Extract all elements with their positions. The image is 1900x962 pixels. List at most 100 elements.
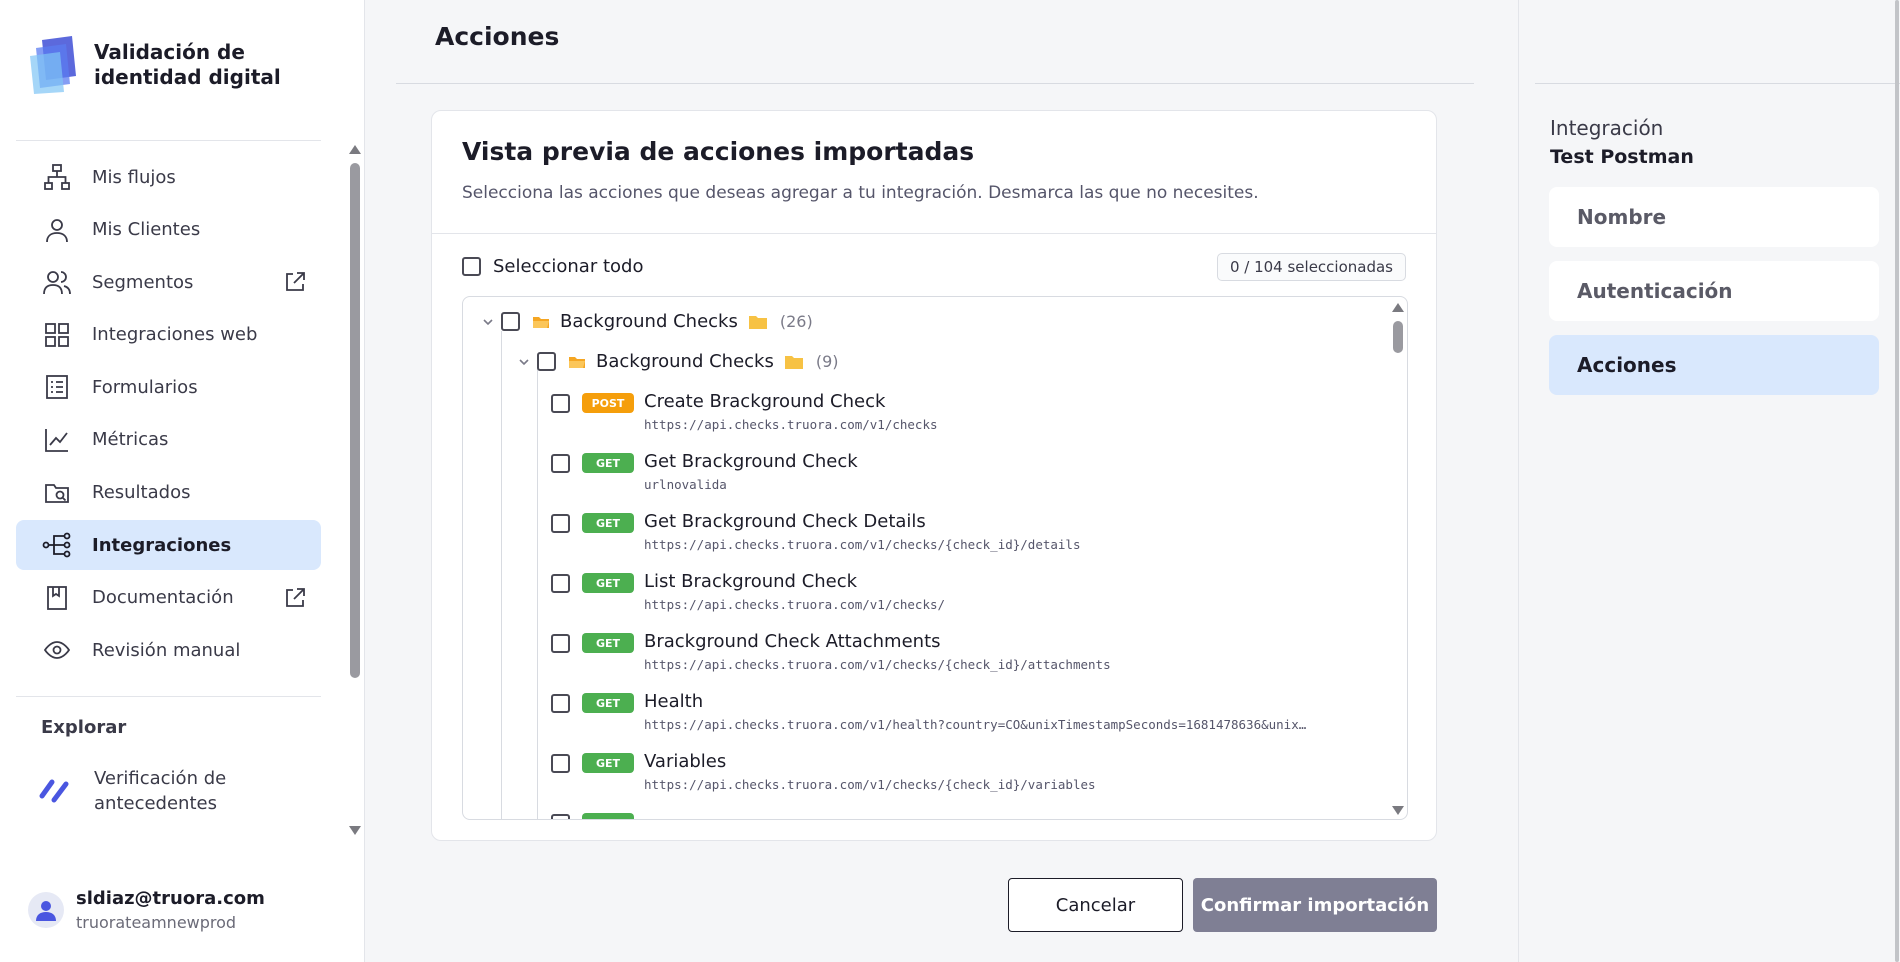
external-link-icon[interactable]: [283, 270, 307, 294]
sidebar-item-label: Documentación: [92, 587, 234, 609]
brand-title: Validación de identidad digital: [94, 40, 281, 89]
action-url: https://api.checks.truora.com/v1/health?…: [644, 717, 1307, 732]
sidebar-item-revision-manual[interactable]: Revisión manual: [16, 625, 321, 675]
sidebar-item-mis-clientes[interactable]: Mis Clientes: [16, 205, 321, 255]
sidebar-item-label: Formularios: [92, 376, 198, 398]
scrollbar-thumb[interactable]: [1895, 0, 1899, 962]
eye-icon: [42, 635, 72, 665]
sidebar-item-segmentos[interactable]: Segmentos: [16, 257, 321, 307]
action-checkbox[interactable]: [551, 454, 570, 473]
chevron-down-icon[interactable]: [481, 315, 495, 329]
sidebar-divider: [16, 696, 321, 697]
method-badge: [582, 813, 634, 819]
actions-tree[interactable]: Background Checks (26) Background Checks…: [462, 296, 1408, 820]
select-all[interactable]: Seleccionar todo: [462, 256, 643, 277]
sidebar-item-integraciones[interactable]: Integraciones: [16, 520, 321, 571]
scroll-up-arrow-icon[interactable]: [1392, 303, 1404, 312]
sidebar-item-metricas[interactable]: Métricas: [16, 415, 321, 465]
action-row[interactable]: GET Variables https://api.checks.truora.…: [551, 751, 1096, 792]
external-link-icon[interactable]: [283, 586, 307, 610]
action-checkbox[interactable]: [551, 754, 570, 773]
flow-icon: [42, 162, 72, 192]
chevron-down-icon[interactable]: [517, 355, 531, 369]
method-badge: POST: [582, 393, 634, 413]
action-checkbox[interactable]: [551, 694, 570, 713]
action-row[interactable]: GET Get Brackground Check urlnovalida: [551, 451, 858, 492]
step-nombre[interactable]: Nombre: [1549, 187, 1879, 247]
tree-group-row[interactable]: Background Checks (26): [481, 311, 813, 332]
import-preview-card: Vista previa de acciones importadas Sele…: [431, 110, 1437, 841]
steps-panel: Integración Test Postman Nombre Autentic…: [1518, 0, 1900, 962]
subgroup-count: (9): [815, 352, 839, 371]
integration-name: Test Postman: [1550, 146, 1694, 168]
sidebar-item-label: Revisión manual: [92, 639, 241, 661]
cancel-button[interactable]: Cancelar: [1008, 878, 1183, 932]
method-badge: GET: [582, 753, 634, 773]
card-title: Vista previa de acciones importadas: [462, 137, 975, 166]
action-checkbox[interactable]: [551, 814, 570, 819]
action-name: Variables: [644, 751, 727, 772]
tree-scrollbar[interactable]: [1391, 301, 1405, 817]
action-url: https://api.checks.truora.com/v1/checks/…: [644, 537, 1081, 552]
action-url: https://api.checks.truora.com/v1/checks/…: [644, 657, 1111, 672]
card-subtitle: Selecciona las acciones que deseas agreg…: [462, 183, 1259, 203]
grid-icon: [42, 320, 72, 350]
sidebar-item-mis-flujos[interactable]: Mis flujos: [16, 152, 321, 202]
step-acciones[interactable]: Acciones: [1549, 335, 1879, 395]
scrollbar-thumb[interactable]: [1393, 321, 1403, 353]
method-badge: GET: [582, 513, 634, 533]
sidebar-item-label: Mis flujos: [92, 166, 176, 188]
group-checkbox[interactable]: [501, 312, 520, 331]
selected-count-badge: 0 / 104 seleccionadas: [1216, 253, 1406, 281]
subgroup-checkbox[interactable]: [537, 352, 556, 371]
action-name: Get Brackground Check Details: [644, 511, 926, 532]
tree-guide-line: [501, 331, 502, 819]
confirm-import-button[interactable]: Confirmar importación: [1193, 878, 1437, 932]
sidebar-item-label: Integraciones web: [92, 324, 258, 346]
action-row[interactable]: GET List Brackground Check https://api.c…: [551, 571, 945, 612]
sidebar-scrollbar[interactable]: [348, 145, 362, 835]
brand[interactable]: Validación de identidad digital: [28, 36, 314, 94]
scroll-up-arrow-icon[interactable]: [349, 145, 361, 154]
group-label: Background Checks: [560, 311, 738, 332]
step-autenticacion[interactable]: Autenticación: [1549, 261, 1879, 321]
subgroup-label: Background Checks: [596, 351, 774, 372]
sidebar-item-formularios[interactable]: Formularios: [16, 362, 321, 412]
action-name: List Brackground Check: [644, 571, 858, 592]
action-row[interactable]: GET Brackground Check Attachments https:…: [551, 631, 1111, 672]
action-row-partial[interactable]: [551, 811, 634, 819]
scrollbar-thumb[interactable]: [350, 163, 360, 678]
select-all-checkbox[interactable]: [462, 257, 481, 276]
scroll-down-arrow-icon[interactable]: [349, 826, 361, 835]
sidebar-item-documentacion[interactable]: Documentación: [16, 573, 321, 623]
scroll-down-arrow-icon[interactable]: [1392, 806, 1404, 815]
sidebar-item-label: Segmentos: [92, 271, 194, 293]
action-checkbox[interactable]: [551, 574, 570, 593]
header-divider: [396, 83, 1474, 84]
action-checkbox[interactable]: [551, 634, 570, 653]
action-row[interactable]: GET Get Brackground Check Details https:…: [551, 511, 1081, 552]
book-icon: [42, 583, 72, 613]
tree-guide-line: [537, 369, 538, 819]
explore-item-label: Verificación de antecedentes: [94, 768, 227, 814]
integration-label: Integración: [1550, 116, 1664, 140]
truora-checks-icon: [39, 779, 69, 803]
action-row[interactable]: POST Create Brackground Check https://ap…: [551, 391, 938, 432]
sidebar-item-resultados[interactable]: Resultados: [16, 468, 321, 518]
user-profile[interactable]: sldiaz@truora.com truorateamnewprod: [28, 888, 265, 932]
action-checkbox[interactable]: [551, 514, 570, 533]
select-all-label: Seleccionar todo: [493, 256, 644, 277]
method-badge: GET: [582, 693, 634, 713]
folder-open-icon: [569, 356, 585, 368]
group-count: (26): [779, 312, 813, 331]
action-checkbox[interactable]: [551, 394, 570, 413]
avatar: [28, 892, 64, 928]
sidebar-item-integraciones-web[interactable]: Integraciones web: [16, 310, 321, 360]
folder-icon: [784, 355, 803, 369]
page-scrollbar[interactable]: [1894, 0, 1900, 962]
explore-item-antecedentes[interactable]: Verificación de antecedentes: [38, 766, 284, 816]
tree-subgroup-row[interactable]: Background Checks (9): [517, 351, 839, 372]
form-icon: [42, 372, 72, 402]
action-url: https://api.checks.truora.com/v1/checks/: [644, 597, 946, 612]
action-row[interactable]: GET Health https://api.checks.truora.com…: [551, 691, 1306, 732]
